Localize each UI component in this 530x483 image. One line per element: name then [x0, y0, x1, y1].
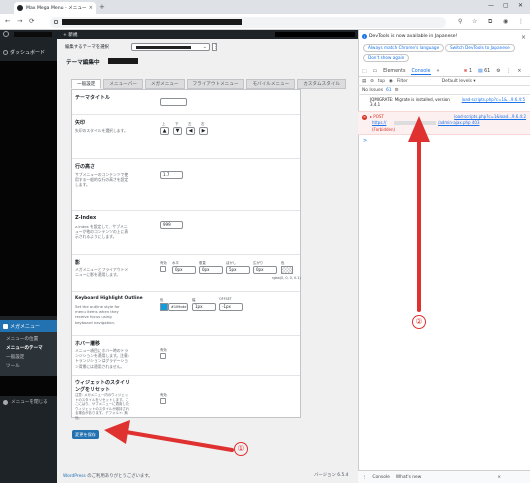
annotation-arrow-2: [408, 116, 430, 312]
annotation-arrows: [104, 116, 430, 452]
annotation-label-2: ②: [412, 315, 426, 329]
annotation-label-1: ①: [234, 442, 248, 456]
annotation-arrow-1: [104, 420, 234, 452]
